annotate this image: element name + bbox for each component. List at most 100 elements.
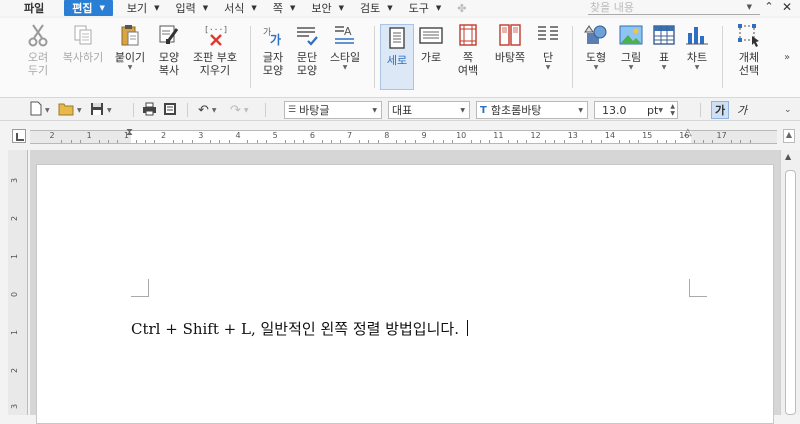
font-select[interactable]: T 함초롬바탕 ▼ [476, 101, 588, 119]
chevron-down-icon[interactable]: ▼ [343, 64, 348, 72]
paste-button[interactable]: 붙이기 ▼ [112, 22, 148, 72]
chevron-down-icon[interactable]: ▼ [45, 107, 50, 114]
chevron-down-icon[interactable]: ▼ [77, 107, 82, 114]
select-object-button[interactable]: 개체 선택 [730, 22, 768, 77]
menu-review[interactable]: 검토 ▼ [352, 0, 401, 16]
chevron-up-icon[interactable]: ⌃ [762, 0, 776, 16]
para-shape-button[interactable]: 문단 모양 [292, 22, 322, 77]
chevron-down-icon: ▼ [372, 106, 377, 114]
table-label: 표 [658, 51, 670, 64]
char-shape-icon: 가가 [260, 22, 286, 48]
vertical-ruler[interactable]: 3 2 1 0 1 2 3 [8, 150, 28, 415]
menu-file[interactable]: 파일 [0, 0, 64, 16]
menu-edit[interactable]: 편집 ▼ [64, 0, 113, 16]
vertical-scrollbar[interactable]: ▲ [780, 150, 800, 415]
chevron-down-icon[interactable]: ▼ [594, 64, 599, 72]
portrait-label: 세로 [386, 54, 408, 67]
landscape-button[interactable]: 가로 [416, 22, 446, 64]
remove-marks-button[interactable]: [···] 조판 부호 지우기 [190, 22, 240, 77]
chevron-down-icon[interactable]: ▼ [212, 107, 217, 114]
chevron-down-icon[interactable]: ▼ [662, 64, 667, 72]
table-button[interactable]: 표 ▼ [650, 22, 678, 72]
right-indent-marker[interactable]: △ [684, 127, 692, 138]
scrollbar-thumb[interactable] [785, 170, 796, 415]
clear-marks-icon: [···] [202, 22, 228, 48]
ruler-tick [451, 140, 453, 143]
new-document-button[interactable]: ▼ [30, 101, 50, 118]
shapes-label: 도형 [585, 51, 607, 64]
search-input[interactable]: 찾을 내용 ▼ [588, 0, 760, 15]
ruler-number: 8 [384, 131, 390, 140]
columns-button[interactable]: 단 ▼ [534, 22, 562, 72]
portrait-page-icon [384, 25, 410, 51]
ribbon-more-icon[interactable]: » [784, 52, 790, 63]
ruler-tick [265, 140, 267, 143]
ruler-scroll-icon[interactable]: ▲ [783, 129, 795, 143]
menu-review-label: 검토 [359, 2, 381, 15]
font-select-value: 함초롬바탕 [490, 104, 542, 117]
preview-button[interactable] [163, 102, 177, 118]
tab-type-toggle[interactable] [12, 129, 26, 143]
chart-button[interactable]: 차트 ▼ [682, 22, 712, 72]
char-shape-button[interactable]: 가가 글자 모양 [258, 22, 288, 77]
paste-label: 붙이기 [114, 51, 146, 64]
chevron-down-icon[interactable]: ▼ [629, 64, 634, 72]
background-page-label: 바탕쪽 [494, 51, 526, 64]
menu-format[interactable]: 서식 ▼ [216, 0, 265, 16]
font-language-select[interactable]: 대표 ▼ [388, 101, 470, 119]
background-page-button[interactable]: 바탕쪽 [490, 22, 530, 64]
ruler-tick [182, 140, 184, 143]
menu-tools-label: 도구 [408, 2, 429, 15]
toolbar-more-icon[interactable]: ⌄ [784, 102, 792, 118]
chevron-down-icon[interactable]: ▼ [128, 64, 133, 72]
menu-insert[interactable]: 입력 ▼ [168, 0, 217, 16]
chart-icon [684, 22, 710, 48]
italic-button[interactable]: 가 [733, 101, 751, 119]
document-paragraph[interactable]: Ctrl + Shift + L, 일반적인 왼쪽 정렬 방법입니다. [131, 318, 468, 339]
style-select[interactable]: ☰ 바탕글 ▼ [284, 101, 382, 119]
vertical-ruler-number: 1 [10, 329, 20, 336]
scroll-up-icon[interactable]: ▲ [785, 152, 791, 161]
open-folder-button[interactable]: ▼ [58, 102, 82, 118]
close-icon[interactable]: ✕ [780, 0, 794, 16]
bold-button[interactable]: 가 [711, 101, 729, 119]
copy-button[interactable]: 복사하기 [60, 22, 106, 64]
chevron-down-icon[interactable]: ▼ [546, 64, 551, 72]
horizontal-ruler-area: 2 1 1 2 3 4 5 6 7 8 9 10 11 12 13 14 15 16 17 ⧗ △ ▲ [0, 122, 800, 150]
picture-button[interactable]: 그림 ▼ [616, 22, 646, 72]
cut-button[interactable]: 오려 두기 [22, 22, 54, 77]
print-button[interactable] [142, 102, 157, 118]
picture-icon [618, 22, 644, 48]
menu-security[interactable]: 보안 ▼ [303, 0, 352, 16]
horizontal-ruler[interactable]: 2 1 1 2 3 4 5 6 7 8 9 10 11 12 13 14 15 16 17 ⧗ △ [30, 127, 777, 144]
ruler-number: 5 [272, 131, 278, 140]
menu-page[interactable]: 쪽 ▼ [265, 0, 304, 16]
vertical-ruler-number: 0 [10, 291, 20, 298]
redo-button[interactable]: ↷ ▼ [230, 102, 249, 118]
ruler-tick [433, 140, 435, 143]
printer-icon [142, 102, 157, 119]
font-size-value[interactable]: 13.0 [602, 104, 627, 117]
save-button[interactable]: ▼ [90, 102, 112, 118]
chevron-down-icon[interactable]: ▼ [695, 64, 700, 72]
shapes-button[interactable]: 도형 ▼ [580, 22, 612, 72]
format-copy-button[interactable]: 모양 복사 [154, 22, 184, 77]
page-margin-button[interactable]: 쪽 여백 [452, 22, 484, 77]
chevron-down-icon[interactable]: ▼ [747, 3, 752, 11]
document-page[interactable]: Ctrl + Shift + L, 일반적인 왼쪽 정렬 방법입니다. [36, 164, 774, 424]
svg-text:A: A [344, 25, 352, 38]
chevron-down-icon[interactable]: ▼ [107, 107, 112, 114]
undo-button[interactable]: ↶ ▼ [198, 102, 217, 118]
font-size-stepper[interactable]: ▲ ▼ [670, 103, 675, 117]
char-shape-label: 글자 모양 [262, 51, 284, 77]
left-indent-marker[interactable]: ⧗ [126, 127, 133, 138]
menu-tools[interactable]: 도구 ▼ [401, 0, 450, 16]
font-size-field[interactable]: 13.0 pt ▼ ▲ ▼ [594, 101, 678, 119]
puzzle-icon[interactable]: ✤ [449, 0, 474, 16]
text-cursor [466, 320, 468, 336]
chevron-down-icon[interactable]: ▼ [244, 107, 249, 114]
style-button[interactable]: A 스타일 ▼ [328, 22, 362, 72]
portrait-button[interactable]: 세로 [380, 24, 414, 90]
menu-view[interactable]: 보기 ▼ [119, 0, 168, 16]
ruler-number: 1 [86, 131, 92, 140]
